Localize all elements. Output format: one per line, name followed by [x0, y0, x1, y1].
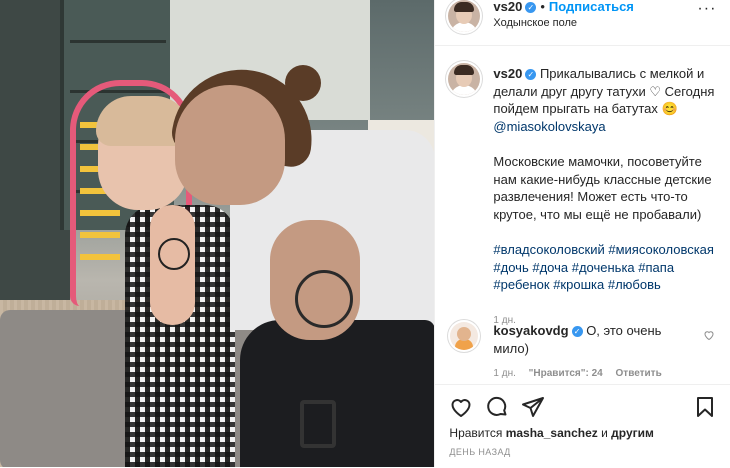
verified-badge-icon: ✓ — [571, 326, 583, 337]
likes-summary: Нравится masha_sanchez и другим — [449, 426, 653, 440]
photo-girl-tattoo — [158, 238, 190, 270]
caption-username[interactable]: vs20 — [493, 66, 522, 81]
comment-meta: 1 дн. "Нравится": 24 Ответить — [493, 368, 671, 379]
post-header: vs20 ✓ • Подписаться Ходынское поле ··· — [435, 0, 730, 46]
follow-button[interactable]: Подписаться — [549, 0, 634, 14]
photo-man-head — [175, 85, 285, 205]
likes-others[interactable]: другим — [611, 426, 654, 440]
location-link[interactable]: Ходынское поле — [493, 17, 577, 29]
more-options-icon[interactable]: ··· — [697, 0, 716, 18]
hashtag-link[interactable]: #доченька — [572, 260, 635, 275]
post-timeago[interactable]: ДЕНЬ НАЗАД — [449, 447, 510, 457]
hashtag-link[interactable]: #папа — [638, 260, 674, 275]
hashtag-link[interactable]: #дочь — [493, 260, 528, 275]
heart-icon[interactable] — [449, 395, 473, 419]
verified-badge-icon: ✓ — [525, 69, 537, 80]
author-avatar[interactable] — [448, 0, 481, 32]
separator-dot: • — [540, 0, 545, 14]
post-photo[interactable] — [0, 0, 435, 467]
hashtag-link[interactable]: #любовь — [608, 277, 661, 292]
comment-age[interactable]: 1 дн. — [493, 368, 515, 379]
likes-prefix: Нравится — [449, 426, 503, 440]
hashtag-link[interactable]: #доча — [532, 260, 568, 275]
comment-like-heart-icon[interactable] — [703, 329, 715, 341]
post-panel: vs20 ✓ • Подписаться Ходынское поле ··· vs2… — [434, 0, 730, 467]
verified-badge-icon: ✓ — [525, 2, 537, 13]
action-bar: Нравится masha_sanchez и другим ДЕНЬ НАЗ… — [435, 384, 730, 468]
caption-hashtags: #владсоколовский #миясоколовская #дочь #… — [493, 241, 715, 294]
photo-bag-strap — [300, 400, 336, 448]
author-username[interactable]: vs20 — [493, 0, 522, 14]
caption-paragraph: Московские мамочки, посоветуйте нам каки… — [493, 154, 712, 222]
hashtag-link[interactable]: #владсоколовский — [493, 242, 604, 257]
caption-avatar[interactable] — [448, 63, 481, 95]
likes-conj: и — [601, 426, 608, 440]
commenter-avatar[interactable] — [450, 322, 479, 350]
comment-likes[interactable]: "Нравится": 24 — [529, 368, 603, 379]
share-icon[interactable] — [521, 395, 545, 419]
comment-icon[interactable] — [485, 395, 509, 419]
hashtag-link[interactable]: #ребенок — [493, 277, 549, 292]
hashtag-link[interactable]: #миясоколовская — [608, 242, 714, 257]
comment-username[interactable]: kosyakovdg — [493, 323, 568, 338]
header-line: vs20 ✓ • Подписаться — [493, 0, 634, 16]
bookmark-icon[interactable] — [693, 395, 717, 419]
photo-man-bun — [285, 65, 321, 101]
photo-man-tattoo — [295, 270, 353, 328]
comment-reply-button[interactable]: Ответить — [616, 368, 662, 379]
hashtag-link[interactable]: #крошка — [553, 277, 604, 292]
caption-mention[interactable]: @miasokolovskaya — [493, 119, 605, 134]
photo-man-pants — [240, 320, 435, 467]
comment-item: kosyakovdg ✓ О, это очень мило) — [493, 322, 693, 357]
post-caption: vs20 ✓ Прикалывались с мелкой и делали др… — [493, 65, 715, 329]
likes-user[interactable]: masha_sanchez — [506, 426, 598, 440]
